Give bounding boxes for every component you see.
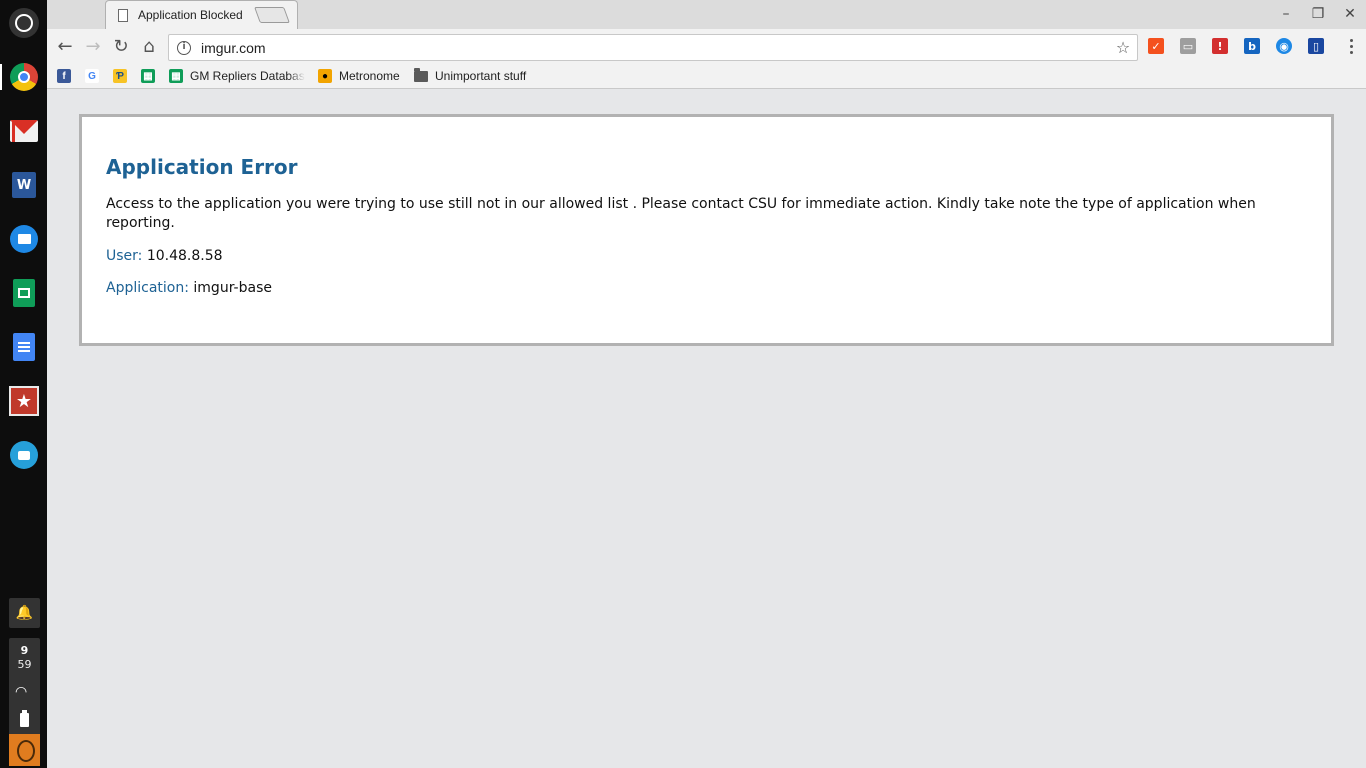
user-avatar[interactable] (9, 734, 40, 766)
status-tray[interactable]: 9 59 ◠ (9, 638, 40, 766)
bookmark-gm-repliers[interactable]: ▦ GM Repliers Database (169, 67, 305, 85)
orange-extension-icon[interactable]: ✓ (1148, 38, 1164, 54)
clock-minute: 59 (17, 658, 32, 671)
chrome-menu-icon[interactable] (1344, 35, 1358, 57)
book-extension-icon[interactable]: ▯ (1308, 38, 1324, 54)
bookmarks-bar: f G Ƥ ▦ ▦ GM Repliers Database ● Metrono… (47, 63, 1366, 89)
wunderlist-app-icon[interactable]: ★ (9, 386, 39, 416)
home-button[interactable]: ⌂ (136, 33, 162, 59)
battery-icon (20, 710, 29, 727)
error-panel: Application Error Access to the applicat… (79, 114, 1334, 346)
word-app-icon[interactable]: W (9, 170, 39, 200)
tab-strip: Application Blocked ✕ – ❐ ✕ (47, 0, 1366, 29)
user-field: User: 10.48.8.58 (106, 248, 1307, 264)
eye-extension-icon[interactable]: ◉ (1276, 38, 1292, 54)
browser-toolbar: ← → ↻ ⌂ i imgur.com ☆ ✓ ▭ ! b ◉ ▯ (47, 29, 1366, 63)
bookmark-python[interactable]: Ƥ (113, 67, 134, 85)
camera-app-icon[interactable] (9, 440, 39, 470)
os-shelf: W ★ 🔔 9 59 ◠ (0, 0, 47, 768)
bookmark-folder-unimportant[interactable]: Unimportant stuff (414, 67, 526, 85)
docs-app-icon[interactable] (9, 332, 39, 362)
bookmark-label: Metronome (339, 69, 400, 83)
folder-icon (414, 67, 428, 82)
tab-title: Application Blocked (138, 8, 243, 22)
error-message: Access to the application you were tryin… (106, 196, 1256, 231)
b-extension-icon[interactable]: b (1244, 38, 1260, 54)
sheets-icon: ▦ (141, 69, 155, 83)
notifications-bell-icon[interactable]: 🔔 (9, 598, 40, 628)
minimize-button[interactable]: – (1270, 0, 1302, 28)
page-content: Application Error Access to the applicat… (47, 90, 1366, 768)
site-info-icon[interactable]: i (177, 40, 191, 55)
chrome-app-icon[interactable] (0, 62, 39, 92)
address-bar[interactable]: i imgur.com ☆ (168, 34, 1138, 61)
application-value: imgur-base (193, 280, 272, 296)
user-label: User: (106, 248, 143, 264)
launcher-button[interactable] (9, 8, 39, 38)
url-text[interactable]: imgur.com (201, 40, 1109, 56)
wunderlist-star-icon: ★ (9, 386, 39, 416)
word-letter: W (12, 172, 36, 198)
bookmark-facebook[interactable]: f (57, 67, 78, 85)
bookmark-label: GM Repliers Database (190, 69, 305, 83)
sheets-icon: ▦ (169, 69, 183, 83)
page-icon (118, 8, 128, 22)
error-title: Application Error (106, 155, 298, 179)
gmail-app-icon[interactable] (9, 116, 39, 146)
bookmark-metronome[interactable]: ● Metronome (318, 67, 400, 85)
application-field: Application: imgur-base (106, 280, 1307, 296)
window-controls: – ❐ ✕ (1270, 0, 1366, 28)
sheets-app-icon[interactable] (9, 278, 39, 308)
maximize-button[interactable]: ❐ (1302, 0, 1334, 28)
reload-button[interactable]: ↻ (108, 33, 134, 59)
bookmark-label: Unimportant stuff (435, 69, 527, 83)
application-label: Application: (106, 280, 189, 296)
bookmark-google[interactable]: G (85, 67, 106, 85)
exclamation-extension-icon[interactable]: ! (1212, 38, 1228, 54)
files-app-icon[interactable] (9, 224, 39, 254)
close-window-button[interactable]: ✕ (1334, 0, 1366, 28)
python-icon: Ƥ (113, 69, 127, 83)
new-tab-button[interactable] (254, 7, 290, 23)
back-button[interactable]: ← (52, 33, 78, 59)
bookmark-star-icon[interactable]: ☆ (1109, 38, 1137, 57)
wifi-icon: ◠ (15, 684, 28, 700)
forward-button[interactable]: → (80, 33, 106, 59)
bookmark-sheets[interactable]: ▦ (141, 67, 162, 85)
clock-hour: 9 (20, 644, 29, 657)
google-icon: G (85, 69, 99, 83)
metronome-icon: ● (318, 69, 332, 83)
user-value: 10.48.8.58 (146, 248, 223, 264)
grey-extension-icon[interactable]: ▭ (1180, 38, 1196, 54)
facebook-icon: f (57, 69, 71, 83)
